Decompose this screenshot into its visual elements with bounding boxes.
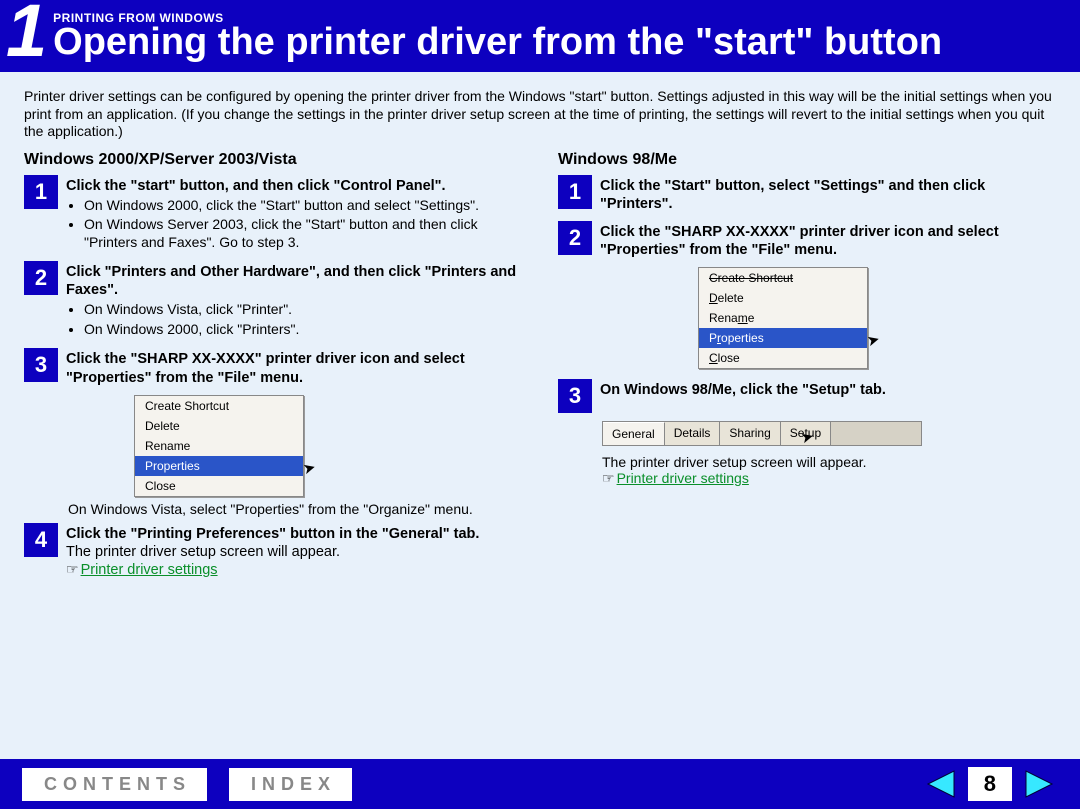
cursor-icon: ➤ (865, 330, 882, 351)
menu-item: Close (699, 348, 867, 368)
printer-driver-settings-link[interactable]: Printer driver settings (617, 470, 749, 486)
right-column: Windows 98/Me 1 Click the "Start" button… (558, 151, 1056, 588)
step-number: 4 (24, 523, 58, 557)
step-number: 2 (558, 221, 592, 255)
left-column: Windows 2000/XP/Server 2003/Vista 1 Clic… (24, 151, 522, 588)
pointing-hand-icon: ☞ (602, 470, 615, 486)
tab: General (603, 422, 665, 445)
bullet: On Windows 2000, click "Printers". (84, 321, 522, 339)
chapter-number: 1 (6, 0, 53, 68)
right-step-3: 3 On Windows 98/Me, click the "Setup" ta… (558, 379, 1056, 413)
context-menu-illustration: Create Shortcut Delete Rename Properties… (134, 395, 522, 497)
bullet: On Windows Server 2003, click the "Start… (84, 216, 522, 251)
step-number: 3 (24, 348, 58, 382)
step-number: 1 (558, 175, 592, 209)
right-heading: Windows 98/Me (558, 151, 1056, 169)
index-button[interactable]: INDEX (229, 768, 352, 801)
menu-item: Create Shortcut (699, 268, 867, 288)
menu-item: Delete (135, 416, 303, 436)
page-number: 8 (968, 767, 1012, 801)
contents-button[interactable]: CONTENTS (22, 768, 207, 801)
right-step-2: 2 Click the "SHARP XX-XXXX" printer driv… (558, 221, 1056, 259)
step-after: The printer driver setup screen will app… (602, 454, 1056, 470)
step-number: 2 (24, 261, 58, 295)
menu-item: Delete (699, 288, 867, 308)
cursor-icon: ➤ (301, 457, 318, 478)
note-text: On Windows Vista, select "Properties" fr… (68, 501, 522, 517)
triangle-left-icon (924, 769, 958, 799)
step-title: Click the "start" button, and then click… (66, 177, 522, 195)
left-heading: Windows 2000/XP/Server 2003/Vista (24, 151, 522, 169)
bullet: On Windows Vista, click "Printer". (84, 301, 522, 319)
left-step-1: 1 Click the "start" button, and then cli… (24, 175, 522, 254)
page-title: Opening the printer driver from the "sta… (53, 23, 942, 63)
bullet: On Windows 2000, click the "Start" butto… (84, 197, 522, 215)
step-number: 3 (558, 379, 592, 413)
step-title: Click "Printers and Other Hardware", and… (66, 263, 522, 299)
step-title: On Windows 98/Me, click the "Setup" tab. (600, 381, 1056, 399)
left-step-4: 4 Click the "Printing Preferences" butto… (24, 523, 522, 579)
intro-paragraph: Printer driver settings can be configure… (24, 88, 1056, 141)
menu-item: Create Shortcut (135, 396, 303, 416)
left-step-2: 2 Click "Printers and Other Hardware", a… (24, 261, 522, 340)
tab-strip-illustration: General Details Sharing Setup ➤ (602, 421, 922, 446)
footer-bar: CONTENTS INDEX 8 (0, 759, 1080, 809)
printer-driver-settings-link[interactable]: Printer driver settings (81, 562, 218, 578)
pointing-hand-icon: ☞ (66, 561, 79, 577)
menu-item: Rename (135, 436, 303, 456)
step-after: The printer driver setup screen will app… (66, 543, 522, 561)
triangle-right-icon (1022, 769, 1056, 799)
right-step-1: 1 Click the "Start" button, select "Sett… (558, 175, 1056, 213)
page-header: 1 PRINTING FROM WINDOWS Opening the prin… (0, 0, 1080, 72)
menu-item: Rename (699, 308, 867, 328)
left-step-3: 3 Click the "SHARP XX-XXXX" printer driv… (24, 348, 522, 386)
step-title: Click the "Start" button, select "Settin… (600, 177, 1056, 213)
content-area: Printer driver settings can be configure… (0, 72, 1080, 587)
menu-item-highlighted: Properties ➤ (699, 328, 867, 348)
step-number: 1 (24, 175, 58, 209)
step-title: Click the "Printing Preferences" button … (66, 525, 522, 543)
tab: Details (665, 422, 721, 445)
tab: Sharing (720, 422, 780, 445)
next-page-button[interactable] (1020, 767, 1058, 801)
prev-page-button[interactable] (922, 767, 960, 801)
context-menu-illustration: Create Shortcut Delete Rename Properties… (698, 267, 1056, 369)
menu-item: Close (135, 476, 303, 496)
menu-item-highlighted: Properties ➤ (135, 456, 303, 476)
step-title: Click the "SHARP XX-XXXX" printer driver… (66, 350, 522, 386)
step-title: Click the "SHARP XX-XXXX" printer driver… (600, 223, 1056, 259)
